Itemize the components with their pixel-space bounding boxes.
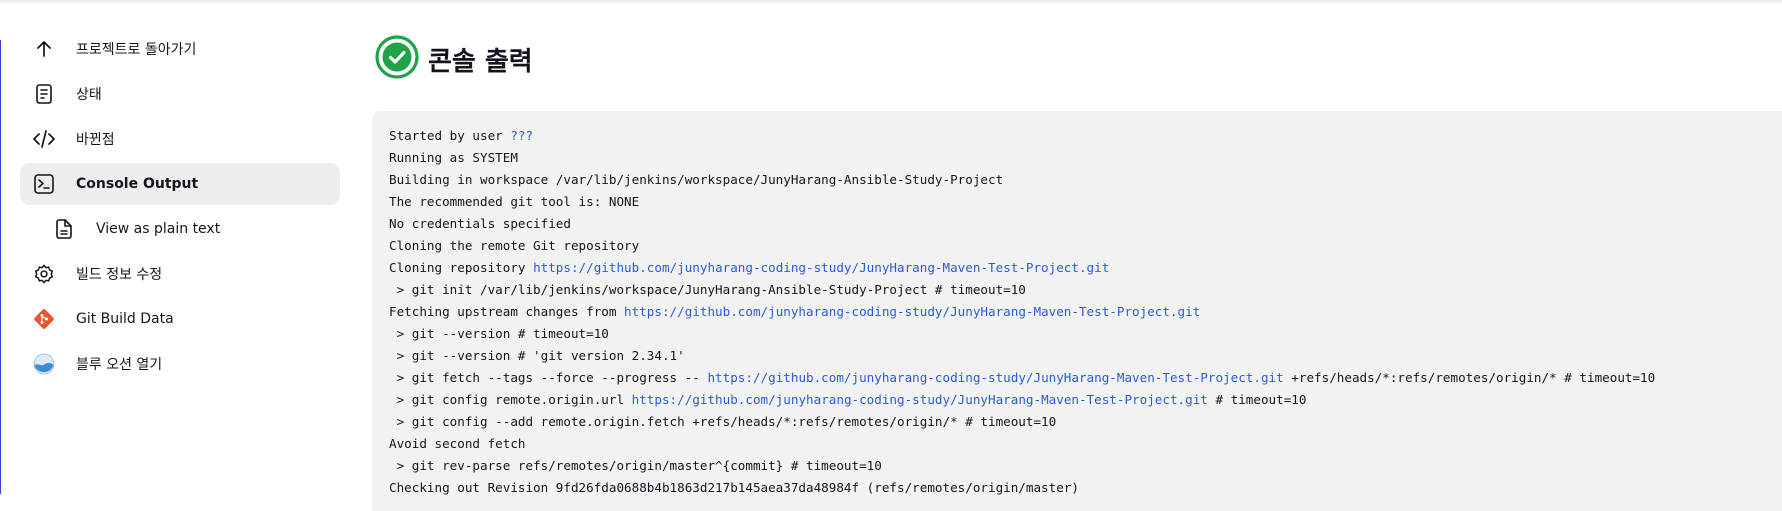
page-title: 콘솔 출력 [428, 46, 533, 77]
sidebar-item-view-plain-text[interactable]: View as plain text [20, 208, 340, 250]
console-text: Checking out Revision 9fd26fda0688b4b186… [389, 480, 1079, 495]
console-link[interactable]: https://github.com/junyharang-coding-stu… [533, 260, 1109, 275]
code-icon [32, 127, 56, 151]
file-icon [52, 217, 76, 241]
sidebar-item-label: 바뀐점 [76, 132, 115, 148]
sidebar-item-git-build-data[interactable]: Git Build Data [20, 298, 340, 340]
sidebar-item-label: Console Output [76, 176, 199, 192]
console-text: Avoid second fetch [389, 436, 526, 451]
sidebar-item-status[interactable]: 상태 [20, 73, 340, 115]
sidebar-item-label: 상태 [76, 87, 102, 103]
console-text: Running as SYSTEM [389, 150, 518, 165]
console-link[interactable]: https://github.com/junyharang-coding-stu… [707, 370, 1283, 385]
sidebar-item-label: 빌드 정보 수정 [76, 267, 163, 283]
console-text: > git --version # timeout=10 [389, 326, 609, 341]
console-text: Started by user [389, 128, 511, 143]
console-link[interactable]: https://github.com/junyharang-coding-stu… [624, 304, 1200, 319]
window-left-edge [0, 40, 1, 494]
console-text: No credentials specified [389, 216, 571, 231]
console-text: # timeout=10 [1207, 392, 1307, 407]
gear-icon [32, 262, 56, 286]
blue-ocean-icon [32, 352, 56, 376]
console-line: Started by user ??? [389, 125, 1782, 147]
console-link[interactable]: https://github.com/junyharang-coding-stu… [632, 392, 1208, 407]
console-text: Fetching upstream changes from [389, 304, 625, 319]
console-text: > git init /var/lib/jenkins/workspace/Ju… [389, 282, 1026, 297]
console-output: Started by user ??? Running as SYSTEM Buil… [372, 111, 1782, 511]
console-line: Fetching upstream changes from https://g… [389, 301, 1782, 323]
console-line: The recommended git tool is: NONE [389, 191, 1782, 213]
console-text: +refs/heads/*:refs/remotes/origin/* # ti… [1283, 370, 1656, 385]
console-text: The recommended git tool is: NONE [389, 194, 640, 209]
console-line: No credentials specified [389, 213, 1782, 235]
console-line: Avoid second fetch [389, 433, 1782, 455]
console-line: Cloning the remote Git repository [389, 235, 1782, 257]
console-line: > git config --add remote.origin.fetch +… [389, 411, 1782, 433]
console-text: > git rev-parse refs/remotes/origin/mast… [389, 458, 882, 473]
sidebar-item-label: Git Build Data [76, 311, 174, 327]
console-text: > git config remote.origin.url [389, 392, 632, 407]
sidebar-item-label: 블루 오션 열기 [76, 357, 163, 373]
arrow-up-icon [32, 37, 56, 61]
document-icon [32, 82, 56, 106]
console-line: > git config remote.origin.url https://g… [389, 389, 1782, 411]
console-line: Cloning repository https://github.com/ju… [389, 257, 1782, 279]
console-line: Building in workspace /var/lib/jenkins/w… [389, 169, 1782, 191]
console-line: > git --version # 'git version 2.34.1' [389, 345, 1782, 367]
sidebar-item-blue-ocean[interactable]: 블루 오션 열기 [20, 343, 340, 385]
console-text: Cloning repository [389, 260, 534, 275]
sidebar: 프로젝트로 돌아가기 상태 바뀐점 Console Output View as… [20, 28, 340, 388]
console-line: > git init /var/lib/jenkins/workspace/Ju… [389, 279, 1782, 301]
sidebar-item-console-output[interactable]: Console Output [20, 163, 340, 205]
sidebar-item-label: 프로젝트로 돌아가기 [76, 42, 197, 58]
console-text: > git config --add remote.origin.fetch +… [389, 414, 1057, 429]
sidebar-item-edit-build-info[interactable]: 빌드 정보 수정 [20, 253, 340, 295]
success-check-icon [374, 34, 420, 84]
console-line: > git fetch --tags --force --progress --… [389, 367, 1782, 389]
console-text: Building in workspace /var/lib/jenkins/w… [389, 172, 1004, 187]
page-header: 콘솔 출력 [374, 34, 533, 84]
console-line: Checking out Revision 9fd26fda0688b4b186… [389, 477, 1782, 499]
console-text: Cloning the remote Git repository [389, 238, 640, 253]
console-text: > git --version # 'git version 2.34.1' [389, 348, 685, 363]
sidebar-item-changes[interactable]: 바뀐점 [20, 118, 340, 160]
sidebar-item-back-to-project[interactable]: 프로젝트로 돌아가기 [20, 28, 340, 70]
terminal-icon [32, 172, 56, 196]
console-line: > git --version # timeout=10 [389, 323, 1782, 345]
sidebar-item-label: View as plain text [96, 221, 221, 237]
console-link[interactable]: ??? [510, 128, 533, 143]
console-text: > git fetch --tags --force --progress -- [389, 370, 708, 385]
console-line: > git rev-parse refs/remotes/origin/mast… [389, 455, 1782, 477]
console-line: Running as SYSTEM [389, 147, 1782, 169]
window-top-edge [0, 0, 1782, 3]
git-icon [32, 307, 56, 331]
